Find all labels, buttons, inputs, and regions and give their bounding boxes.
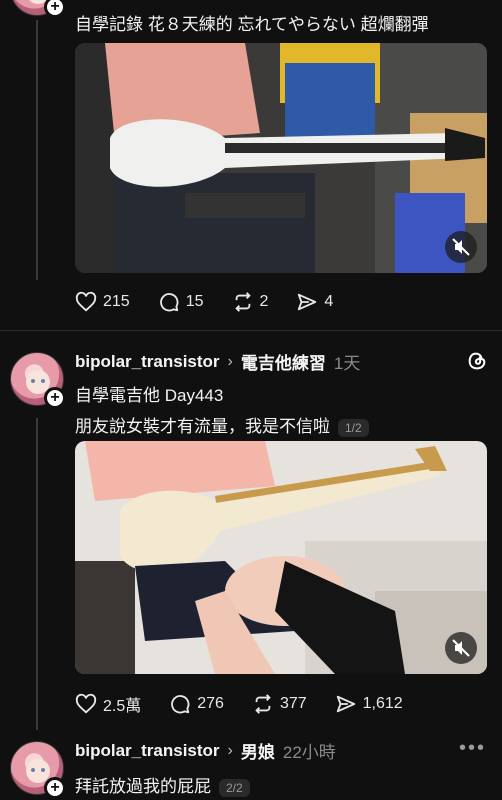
repost-button[interactable]: 2 <box>232 291 269 313</box>
share-count: 4 <box>324 293 334 310</box>
page-badge: 2/2 <box>219 778 250 797</box>
topic-tag[interactable]: 電吉他練習 <box>241 349 326 374</box>
post-actions: 2.5萬 276 377 1,612 <box>75 692 431 716</box>
mute-button[interactable] <box>445 231 477 263</box>
comment-button[interactable]: 15 <box>158 291 204 313</box>
threads-logo-icon[interactable] <box>466 350 488 372</box>
like-count: 215 <box>103 293 130 310</box>
video-frame-guitar <box>75 43 487 273</box>
comment-count: 15 <box>185 293 204 310</box>
repost-count: 2 <box>259 293 269 310</box>
share-button[interactable]: 4 <box>296 291 333 313</box>
post-header: bipolar_transistor › 男娘 22小時 <box>75 738 336 763</box>
username[interactable]: bipolar_transistor <box>75 352 220 372</box>
mute-button[interactable] <box>445 632 477 664</box>
muted-speaker-icon <box>452 639 470 657</box>
repost-button[interactable]: 377 <box>252 693 307 715</box>
like-count: 2.5萬 <box>103 698 142 715</box>
repost-icon <box>234 292 251 312</box>
muted-speaker-icon <box>452 238 470 256</box>
thread-line <box>36 418 38 730</box>
chevron-right-icon: › <box>227 352 233 370</box>
follow-plus-button[interactable]: + <box>44 777 66 799</box>
share-button[interactable]: 1,612 <box>335 693 403 715</box>
share-icon <box>336 695 355 713</box>
heart-icon <box>75 291 97 312</box>
follow-plus-button[interactable]: + <box>44 387 66 409</box>
topic-tag[interactable]: 男娘 <box>241 738 275 763</box>
post-divider <box>0 330 502 331</box>
comment-icon <box>171 695 190 714</box>
post-actions: 215 15 2 4 <box>75 291 361 313</box>
like-button[interactable]: 215 <box>75 291 130 313</box>
comment-button[interactable]: 276 <box>169 693 224 715</box>
page-badge: 1/2 <box>338 418 369 437</box>
post-text-line-2-row: 朋友說女裝才有流量，我是不信啦 1/2 <box>75 412 369 437</box>
thread-line <box>36 20 38 280</box>
post-time: 22小時 <box>282 743 336 762</box>
more-icon[interactable]: ••• <box>459 737 486 760</box>
comment-count: 276 <box>197 695 224 712</box>
username[interactable]: bipolar_transistor <box>75 741 220 761</box>
post-video[interactable] <box>75 43 487 273</box>
post-text: 拜託放過我的屁屁 <box>75 777 211 796</box>
repost-icon <box>255 694 271 714</box>
like-button[interactable]: 2.5萬 <box>75 692 141 716</box>
repost-count: 377 <box>279 695 307 712</box>
chevron-right-icon: › <box>227 741 233 759</box>
post-time: 1天 <box>333 354 361 373</box>
comment-icon <box>159 293 179 312</box>
heart-icon <box>75 693 97 714</box>
post-text-line-2: 朋友說女裝才有流量，我是不信啦 <box>75 417 330 436</box>
post-header: bipolar_transistor › 電吉他練習 1天 <box>75 349 360 374</box>
post-text-row: 拜託放過我的屁屁 2/2 <box>75 772 250 797</box>
share-icon <box>298 293 317 311</box>
share-count: 1,612 <box>362 695 403 712</box>
post-text: 自學記錄 花８天練的 忘れてやらない 超爛翻彈 <box>75 15 429 34</box>
post-text-line-1: 自學電吉他 Day443 <box>75 386 224 405</box>
post-video[interactable] <box>75 441 487 674</box>
follow-plus-button[interactable]: + <box>44 0 66 18</box>
video-frame-guitar <box>75 441 487 674</box>
